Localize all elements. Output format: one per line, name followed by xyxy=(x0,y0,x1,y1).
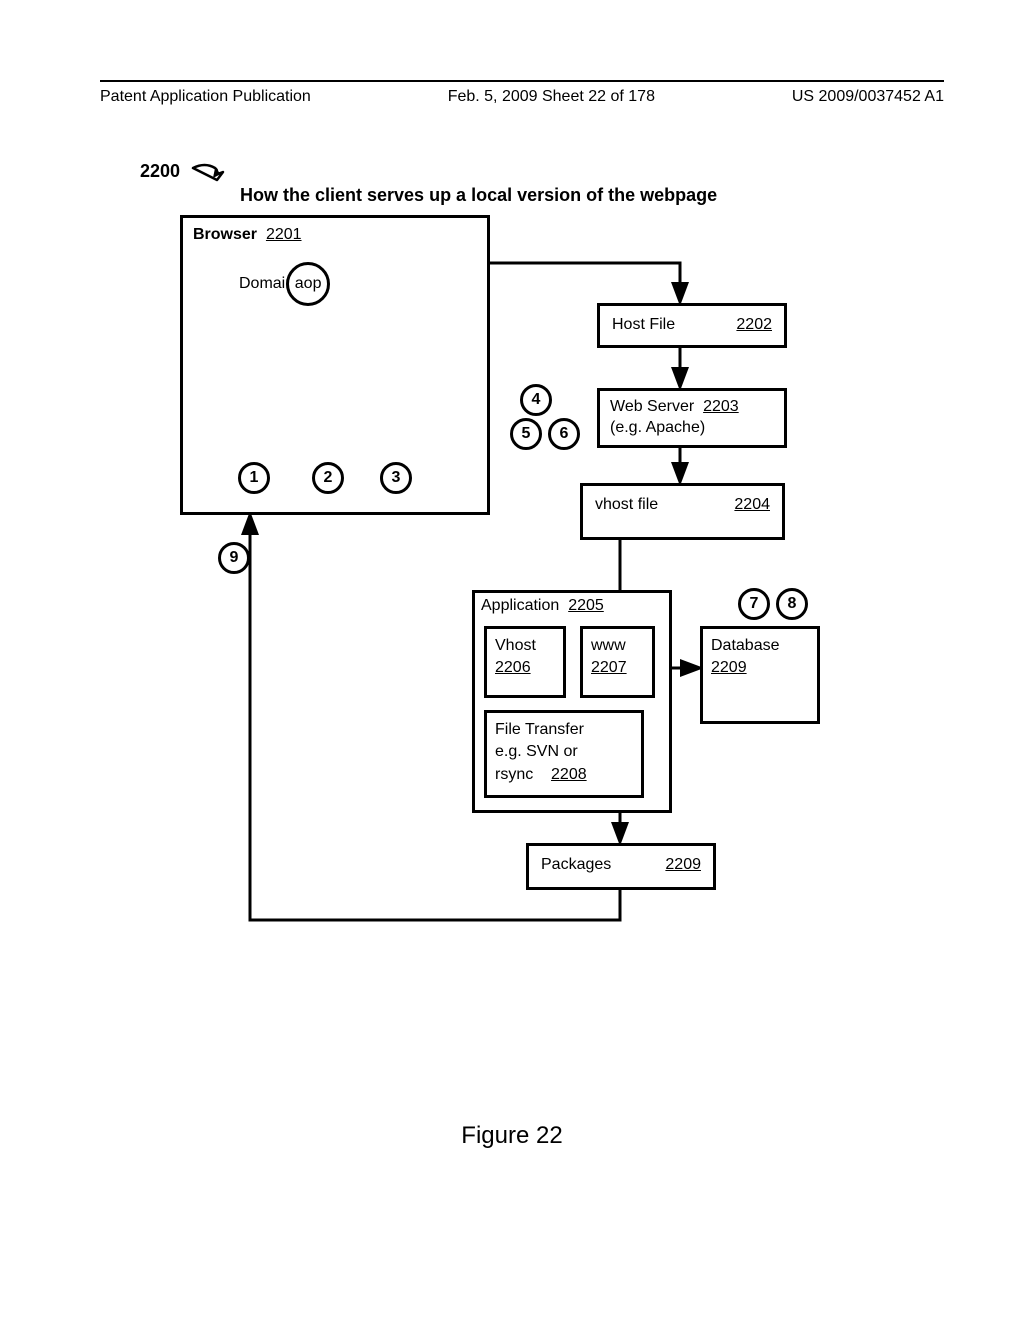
step-circle-6: 6 xyxy=(548,418,580,450)
header-left: Patent Application Publication xyxy=(100,88,311,106)
step-circle-8: 8 xyxy=(776,588,808,620)
browser-label: Browser xyxy=(193,226,257,243)
www-ref: 2207 xyxy=(591,659,627,676)
database-box: Database 2209 xyxy=(700,626,820,724)
application-label: Application xyxy=(481,597,559,614)
vhost-ref: 2206 xyxy=(495,659,531,676)
file-transfer-ref: 2208 xyxy=(551,766,587,783)
header-mid: Feb. 5, 2009 Sheet 22 of 178 xyxy=(448,88,655,106)
host-file-ref: 2202 xyxy=(736,316,772,335)
browser-ref: 2201 xyxy=(266,226,302,243)
vhost-file-ref: 2204 xyxy=(734,496,770,527)
web-server-box: Web Server 2203 (e.g. Apache) xyxy=(597,388,787,448)
step-circle-2: 2 xyxy=(312,462,344,494)
packages-box: Packages 2209 xyxy=(526,843,716,890)
figure-label: Figure 22 xyxy=(0,1122,1024,1150)
figure-ref-text: 2200 xyxy=(140,161,180,181)
vhost-inner-box: Vhost 2206 xyxy=(484,626,566,698)
domain-val: aop xyxy=(295,275,322,293)
step-circle-3: 3 xyxy=(380,462,412,494)
diagram-title: How the client serves up a local version… xyxy=(240,185,717,206)
figure-reference-number: 2200 xyxy=(140,160,225,184)
packages-label: Packages xyxy=(541,856,611,877)
application-ref: 2205 xyxy=(568,597,604,614)
step-circle-5: 5 xyxy=(510,418,542,450)
database-label: Database xyxy=(711,637,780,654)
file-transfer-l3: rsync xyxy=(495,766,533,783)
vhost-file-label: vhost file xyxy=(595,496,658,527)
step-circle-9: 9 xyxy=(218,542,250,574)
web-server-sub: (e.g. Apache) xyxy=(610,419,705,436)
step-circle-4: 4 xyxy=(520,384,552,416)
file-transfer-box: File Transfer e.g. SVN or rsync 2208 xyxy=(484,710,644,798)
host-file-label: Host File xyxy=(612,316,675,335)
vhost-label: Vhost xyxy=(495,637,536,654)
page-header: Patent Application Publication Feb. 5, 2… xyxy=(100,80,944,106)
vhost-file-box: vhost file 2204 xyxy=(580,483,785,540)
www-box: www 2207 xyxy=(580,626,655,698)
packages-ref: 2209 xyxy=(665,856,701,877)
host-file-box: Host File 2202 xyxy=(597,303,787,348)
file-transfer-l1: File Transfer xyxy=(495,721,584,738)
step-circle-1: 1 xyxy=(238,462,270,494)
hook-icon xyxy=(191,160,225,184)
web-server-label: Web Server xyxy=(610,398,694,415)
www-label: www xyxy=(591,637,626,654)
step-circle-7: 7 xyxy=(738,588,770,620)
header-right: US 2009/0037452 A1 xyxy=(792,88,944,106)
web-server-ref: 2203 xyxy=(703,398,739,415)
file-transfer-l2: e.g. SVN or xyxy=(495,743,578,760)
domain-aop-circle: aop xyxy=(286,262,330,306)
database-ref: 2209 xyxy=(711,659,747,676)
